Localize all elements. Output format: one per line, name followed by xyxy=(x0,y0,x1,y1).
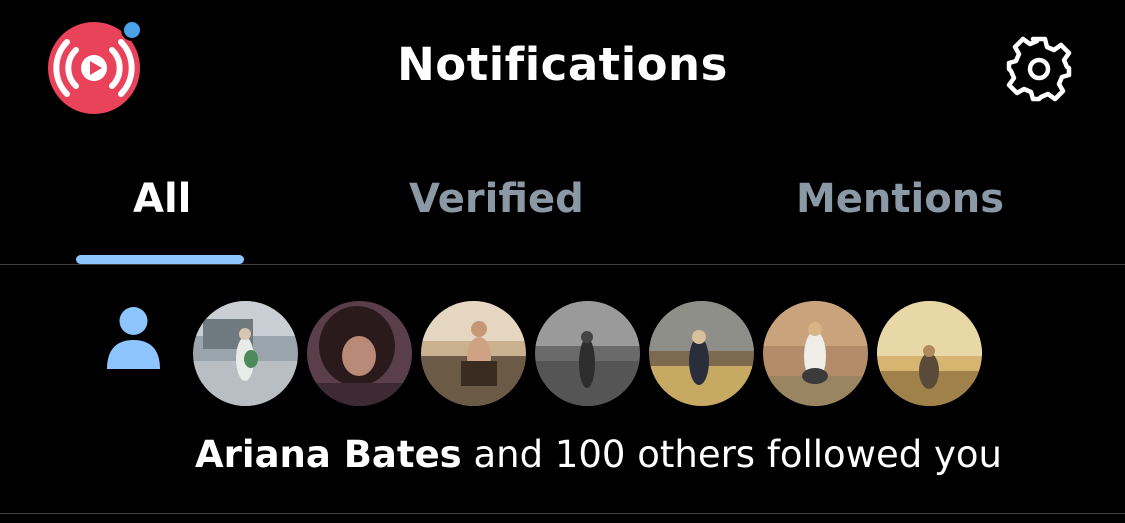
avatar[interactable] xyxy=(193,301,298,406)
header-bar: Notifications xyxy=(0,0,1125,135)
notification-divider xyxy=(0,513,1125,514)
avatar[interactable] xyxy=(421,301,526,406)
settings-button[interactable] xyxy=(1004,34,1074,104)
notification-tabs: All Verified Mentions xyxy=(0,140,1125,265)
person-icon xyxy=(107,307,160,369)
gear-icon xyxy=(1006,36,1072,102)
notification-text: and 100 others followed you xyxy=(461,433,1002,476)
active-tab-indicator xyxy=(76,255,244,264)
notification-message: Ariana Bates and 100 others followed you xyxy=(195,433,1002,476)
tab-verified[interactable]: Verified xyxy=(409,176,584,222)
follow-notification[interactable]: Ariana Bates and 100 others followed you xyxy=(0,265,1125,513)
avatar[interactable] xyxy=(763,301,868,406)
actor-name[interactable]: Ariana Bates xyxy=(195,433,462,476)
avatar[interactable] xyxy=(535,301,640,406)
tab-mentions[interactable]: Mentions xyxy=(796,176,1004,222)
avatar[interactable] xyxy=(307,301,412,406)
page-title: Notifications xyxy=(397,38,728,91)
avatar[interactable] xyxy=(877,301,982,406)
avatar[interactable] xyxy=(649,301,754,406)
tab-all[interactable]: All xyxy=(133,176,191,222)
